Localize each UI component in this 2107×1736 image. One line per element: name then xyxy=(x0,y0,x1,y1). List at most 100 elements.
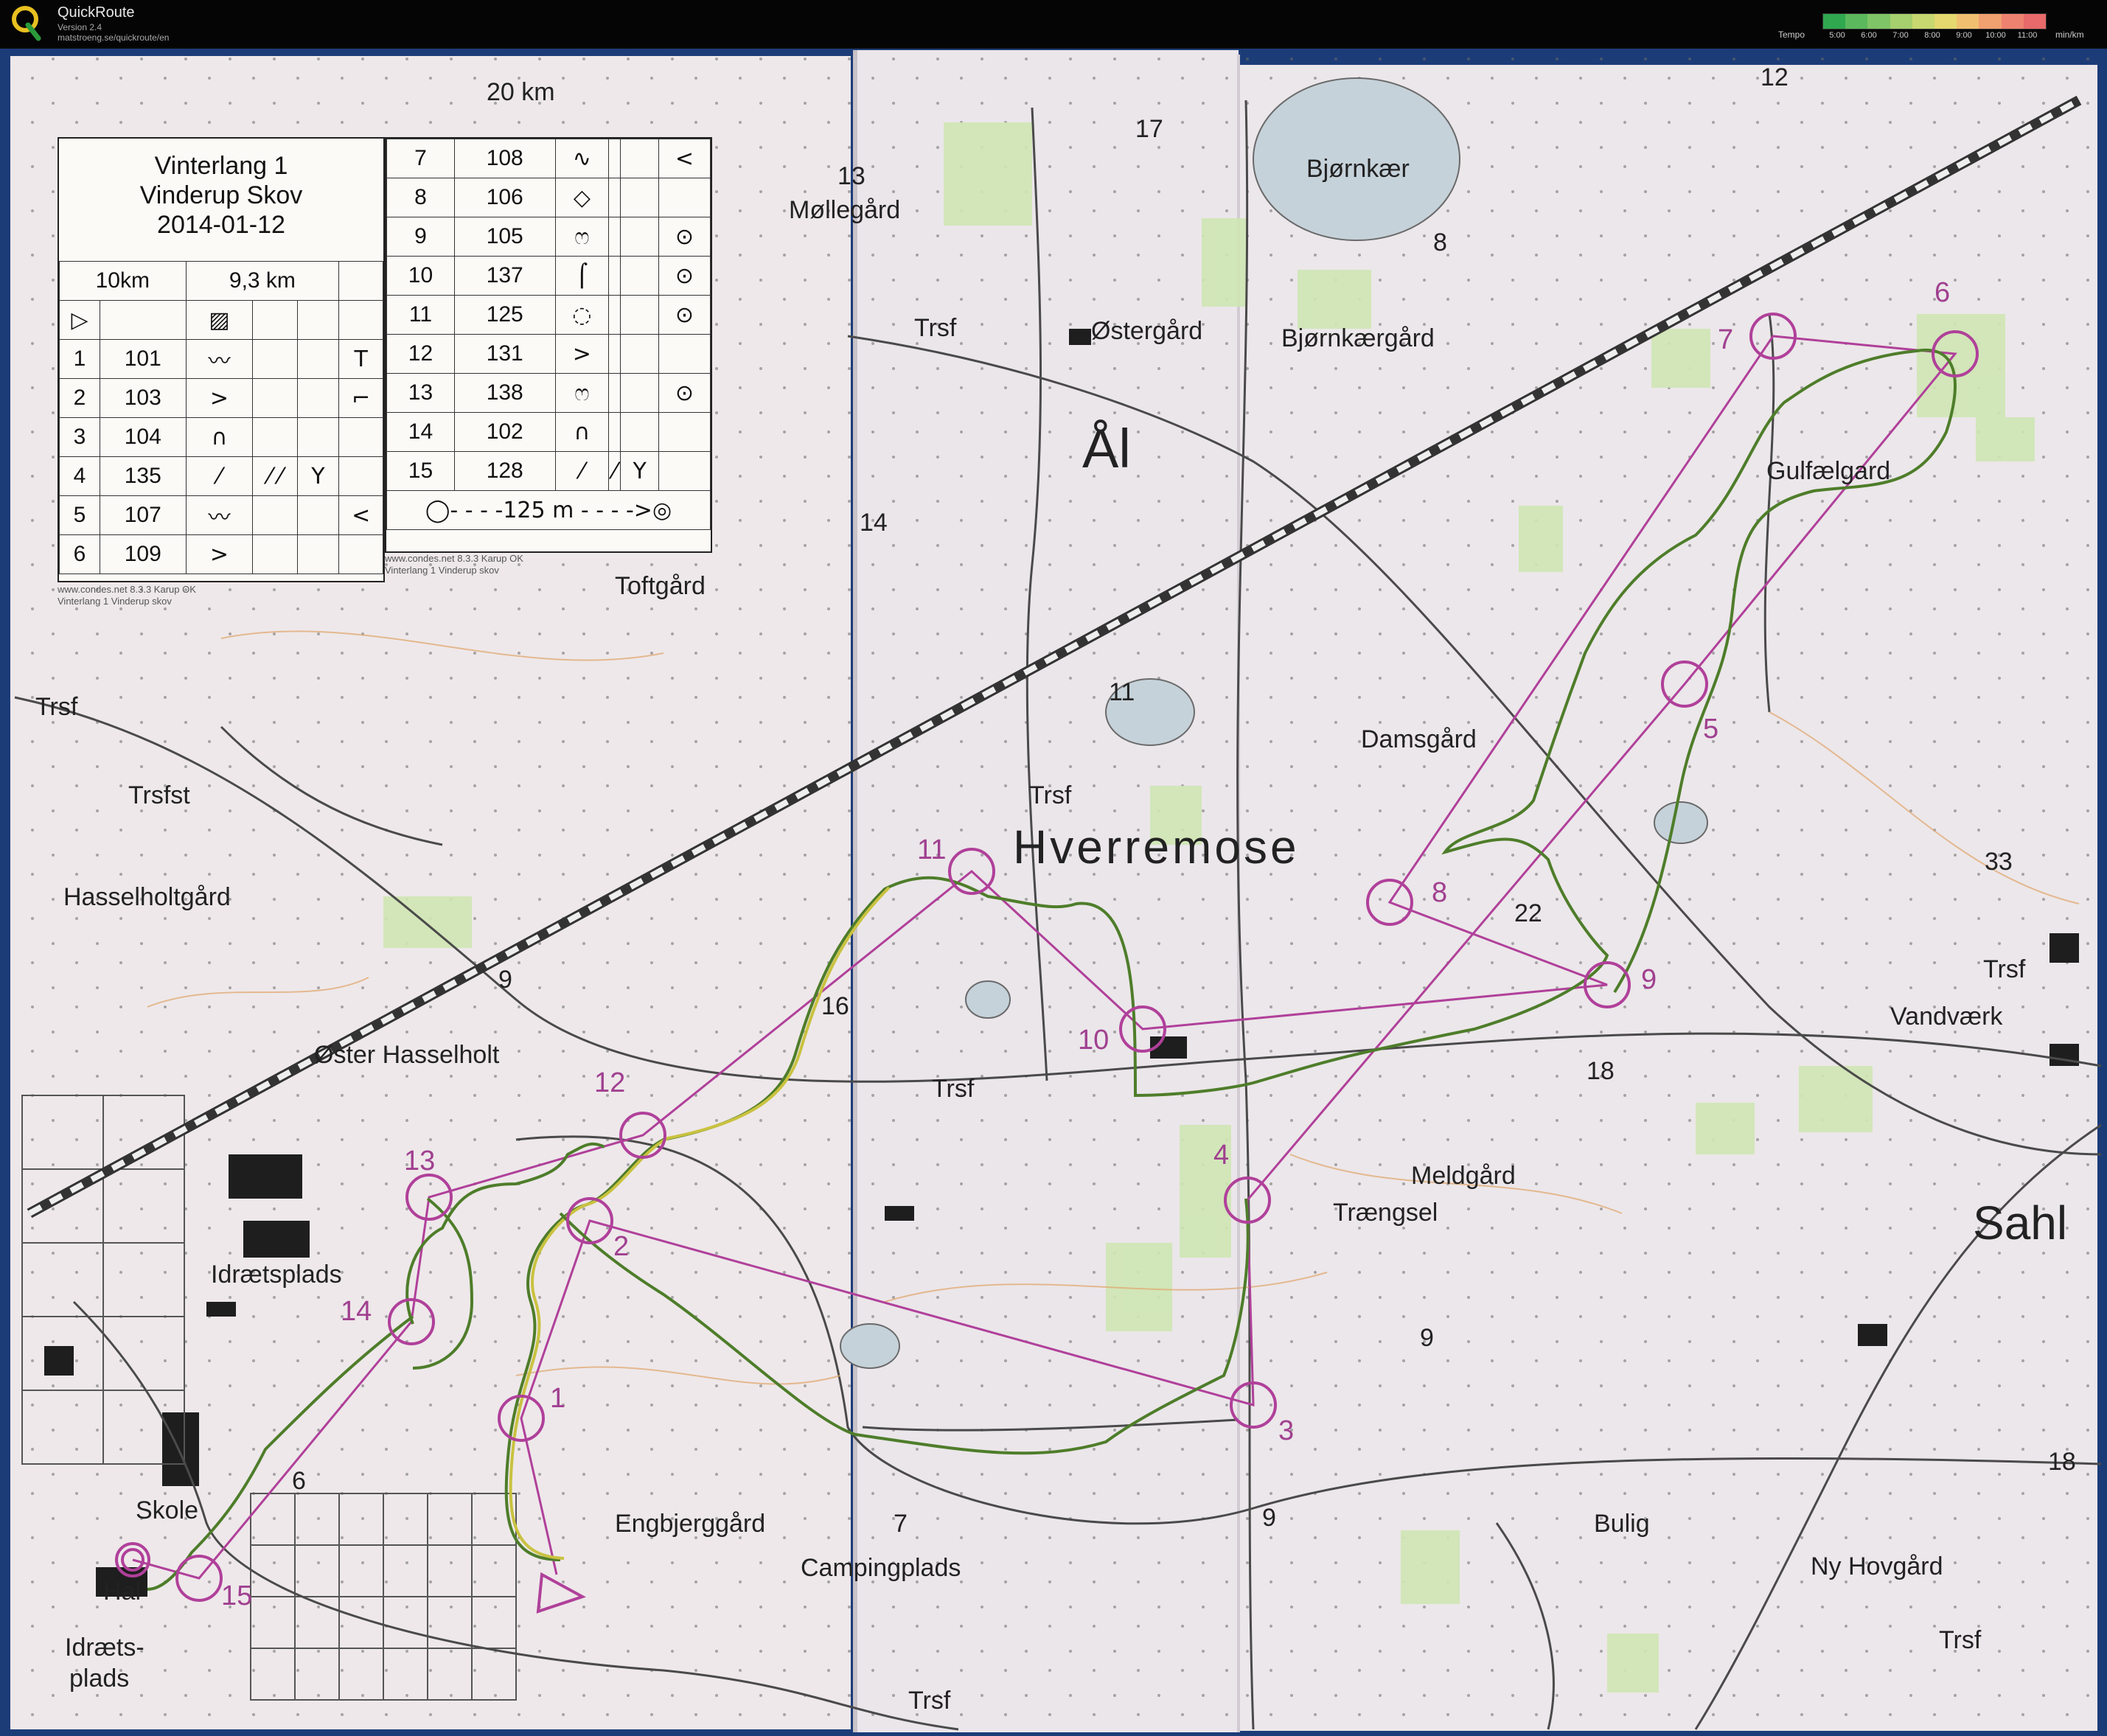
map-label: Meldgård xyxy=(1411,1162,1516,1190)
legend-cell-n: 9 xyxy=(386,217,455,257)
legend-cell-n: 12 xyxy=(386,334,455,374)
legend-cell-n: 10 xyxy=(386,256,455,296)
legend-cell-s2 xyxy=(608,334,621,374)
map-label: Bjørnkærgård xyxy=(1281,324,1435,352)
control-number: 7 xyxy=(1718,324,1734,355)
legend-cell-s4 xyxy=(658,334,711,374)
tempo-color-swatch xyxy=(1823,14,1846,29)
finish-line: ◯- - - -125 m - - - ->◎ xyxy=(386,490,711,530)
legend-cell-s4: ⊙ xyxy=(658,373,711,413)
legend-cell-code: 109 xyxy=(99,534,187,574)
legend-cell-s1: > xyxy=(185,378,254,418)
legend-cell-code: 102 xyxy=(453,412,556,452)
legend-table-right: 7 108 ∿ <8 106 ◇ 9 105 ෆ ⊙ 10 137 ⌠ ⊙ 11 125 ◌ ⊙ 12 131 >13 1… xyxy=(386,139,711,530)
legend-cell-s1: ෆ xyxy=(554,217,610,257)
course-length-b: 9,3 km xyxy=(185,261,340,301)
legend-cell-n: 5 xyxy=(59,495,100,535)
legend-cell-code: 128 xyxy=(453,451,556,491)
legend-cell-s1: > xyxy=(554,334,610,374)
legend-cell-n: 7 xyxy=(386,139,455,178)
map-label: Sahl xyxy=(1973,1196,2068,1249)
legend-row: 5 107 〰 < xyxy=(59,495,383,535)
map-label: 11 xyxy=(1109,678,1135,706)
legend-cell-s2: ⁄ xyxy=(608,451,621,491)
map-label: Trsf xyxy=(1029,781,1072,809)
legend-cell-s1: 〰 xyxy=(185,495,254,535)
legend-row: 2 103 > ⌐ xyxy=(59,378,383,418)
legend-table-left: 10km 9,3 km ▷ ▨ 1 101 〰 T 2 103 > ⌐ 3 104 ∩ 4 135 ⁄ ⁄ … xyxy=(59,261,383,574)
legend-cell-code: 137 xyxy=(453,256,556,296)
legend-cell-s4 xyxy=(338,534,383,574)
legend-caption: Vinterlang 1 Vinderup skov xyxy=(58,596,172,607)
legend-cell-s4 xyxy=(658,451,711,491)
legend-cell-s3: Y xyxy=(620,451,659,491)
app-title: QuickRoute xyxy=(58,4,135,21)
legend-cell-s3 xyxy=(620,217,659,257)
tempo-ticks: 5:00 6:00 7:00 8:00 9:00 10:00 11:00 xyxy=(1822,31,2045,41)
map-label: Idræts- xyxy=(65,1634,144,1662)
legend-cell-s3 xyxy=(620,178,659,217)
legend-subtitle: Vinderup Skov xyxy=(139,181,303,209)
legend-cell-n: 2 xyxy=(59,378,100,418)
map-label: Bulig xyxy=(1594,1510,1650,1538)
quickroute-logo-icon xyxy=(12,6,41,41)
legend-row: 11 125 ◌ ⊙ xyxy=(386,295,711,335)
legend-row: 15 128 ⁄ ⁄ Y xyxy=(386,451,711,491)
legend-cell-s4: ⊙ xyxy=(658,217,711,257)
legend-cell-s2 xyxy=(252,339,298,379)
legend-cell-s3 xyxy=(620,256,659,296)
tempo-tick: 11:00 xyxy=(2017,31,2038,40)
legend-cell-s2 xyxy=(608,412,621,452)
control-number: 5 xyxy=(1703,714,1719,745)
control-number: 3 xyxy=(1278,1415,1295,1446)
legend-row: 3 104 ∩ xyxy=(59,417,383,457)
start-symbol: ▷ xyxy=(59,300,100,340)
tempo-tick: 10:00 xyxy=(1985,31,2006,40)
tempo-color-swatch xyxy=(1979,14,2002,29)
map-label: Trsf xyxy=(1939,1626,1982,1654)
legend-date: 2014-01-12 xyxy=(157,211,285,239)
map-label: 8 xyxy=(1433,229,1447,257)
tempo-color-swatch xyxy=(1934,14,1957,29)
legend-cell-code: 138 xyxy=(453,373,556,413)
map-label: 18 xyxy=(2048,1448,2076,1476)
legend-cell-s1: ⌠ xyxy=(554,256,610,296)
tempo-label: Tempo xyxy=(1778,29,1805,40)
tempo-tick: 9:00 xyxy=(1956,31,1972,40)
legend-cell-s4: ⊙ xyxy=(658,295,711,335)
map-label: 13 xyxy=(837,162,866,190)
tempo-tick: 8:00 xyxy=(1924,31,1940,40)
map-label: Hasselholtgård xyxy=(63,883,231,911)
legend-cell-code: 135 xyxy=(99,456,187,496)
legend-cell-n: 11 xyxy=(386,295,455,335)
legend-cell-code: 107 xyxy=(99,495,187,535)
legend-cell-s4: < xyxy=(338,495,383,535)
legend-cell-n: 4 xyxy=(59,456,100,496)
legend-cell-s4: < xyxy=(658,139,711,178)
legend-cell-s4 xyxy=(338,456,383,496)
legend-cell-s4: ⌐ xyxy=(338,378,383,418)
legend-caption: Vinterlang 1 Vinderup skov xyxy=(385,565,499,576)
map-label: Trsfst xyxy=(128,781,190,809)
legend-cell-s3 xyxy=(296,534,340,574)
legend-row: 6 109 > xyxy=(59,534,383,574)
tempo-color-swatch xyxy=(1957,14,1979,29)
tempo-color-swatch xyxy=(1890,14,1912,29)
map-label: Trsf xyxy=(35,693,78,721)
legend-cell-s3 xyxy=(620,412,659,452)
legend-cell-s3 xyxy=(296,339,340,379)
legend-cell-s2 xyxy=(608,295,621,335)
legend-cell-s1: ∿ xyxy=(554,139,610,178)
map-label: 16 xyxy=(821,992,849,1020)
control-number: 14 xyxy=(341,1296,372,1327)
map-label: Ny Hovgård xyxy=(1811,1552,1943,1580)
course-length-a: 10km xyxy=(59,261,187,301)
control-number: 4 xyxy=(1213,1140,1230,1171)
legend-cell-s2 xyxy=(252,378,298,418)
legend-cell-code: 125 xyxy=(453,295,556,335)
control-number: 10 xyxy=(1078,1025,1110,1056)
quickroute-titlebar: QuickRoute Version 2.4 matstroeng.se/qui… xyxy=(0,0,2107,47)
map-label: Hal xyxy=(103,1578,142,1606)
legend-cell-s4: T xyxy=(338,339,383,379)
map-label: 7 xyxy=(894,1510,908,1538)
